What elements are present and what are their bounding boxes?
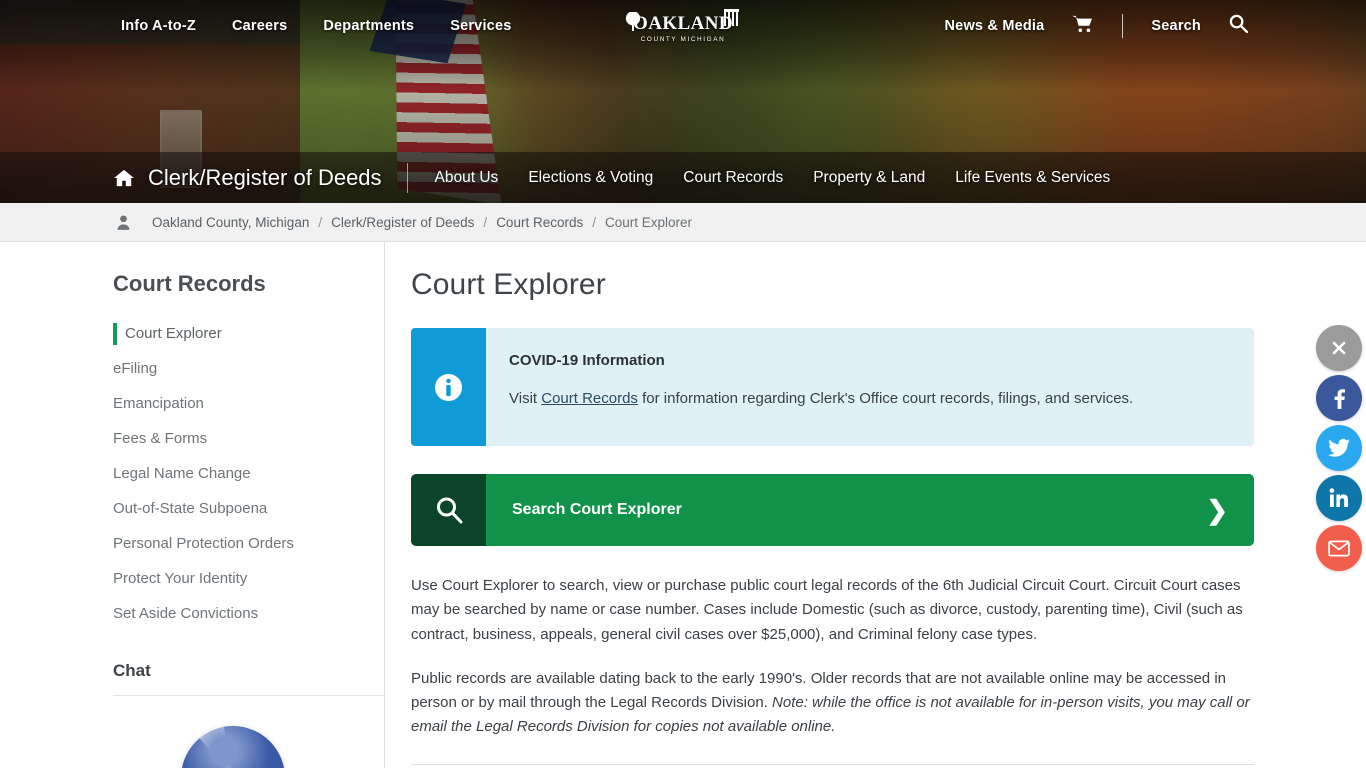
nav-property-and-land[interactable]: Property & Land: [813, 169, 925, 187]
logo-wordmark: OAKLAND: [633, 12, 733, 34]
sidebar-item-fees-and-forms[interactable]: Fees & Forms: [113, 422, 384, 457]
social-share-rail: [1316, 324, 1366, 572]
main-content: Court Explorer COVID-19 Information Visi…: [385, 242, 1366, 768]
breadcrumb-separator: /: [592, 214, 596, 230]
sidebar-item-legal-name-change[interactable]: Legal Name Change: [113, 457, 384, 492]
building-icon: [724, 9, 739, 26]
sidebar-item-out-of-state-subpoena[interactable]: Out-of-State Subpoena: [113, 492, 384, 527]
user-icon: [117, 214, 130, 230]
tree-icon: [625, 12, 641, 31]
department-nav-items: About Us Elections & Voting Court Record…: [435, 169, 1111, 187]
search-banner-label: Search Court Explorer: [512, 501, 682, 518]
shopping-cart-icon[interactable]: [1072, 15, 1094, 38]
nav-about-us[interactable]: About Us: [435, 169, 499, 187]
nav-info-a-to-z[interactable]: Info A-to-Z: [121, 18, 196, 34]
hero-banner: Info A-to-Z Careers Departments Services…: [0, 0, 1366, 203]
nav-services[interactable]: Services: [450, 18, 511, 34]
content-divider: [411, 763, 1254, 765]
nav-news-and-media[interactable]: News & Media: [945, 18, 1045, 34]
sidebar-nav-list: Court Explorer eFiling Emancipation Fees…: [113, 317, 384, 632]
page-title: Court Explorer: [411, 268, 606, 301]
alert-body: COVID-19 Information Visit Court Records…: [486, 328, 1155, 446]
chat-widget-avatar[interactable]: [181, 726, 285, 768]
search-banner-body: Search Court Explorer ❯: [486, 474, 1254, 546]
sidebar-link-personal-protection-orders[interactable]: Personal Protection Orders: [113, 527, 384, 562]
twitter-icon[interactable]: [1316, 425, 1362, 471]
court-records-link[interactable]: Court Records: [541, 390, 638, 407]
page-layout: Court Records Court Explorer eFiling Ema…: [0, 242, 1366, 768]
linkedin-icon[interactable]: [1316, 475, 1362, 521]
sidebar-link-emancipation[interactable]: Emancipation: [113, 387, 384, 422]
nav-careers[interactable]: Careers: [232, 18, 287, 34]
department-title[interactable]: Clerk/Register of Deeds: [148, 165, 382, 191]
sidebar-link-fees-and-forms[interactable]: Fees & Forms: [113, 422, 384, 457]
alert-text-after: for information regarding Clerk's Office…: [637, 390, 1134, 407]
breadcrumb-item-oakland-county[interactable]: Oakland County, Michigan: [152, 215, 309, 230]
search-label[interactable]: Search: [1151, 18, 1201, 34]
sidebar-heading: Court Records: [113, 271, 266, 296]
breadcrumb-item-clerk-register-of-deeds[interactable]: Clerk/Register of Deeds: [331, 215, 474, 230]
sidebar: Court Records Court Explorer eFiling Ema…: [0, 242, 385, 768]
top-nav-left-group: Info A-to-Z Careers Departments Services: [121, 18, 511, 34]
covid-alert-box: COVID-19 Information Visit Court Records…: [411, 328, 1254, 446]
alert-text-before: Visit: [509, 390, 542, 407]
sidebar-link-out-of-state-subpoena[interactable]: Out-of-State Subpoena: [113, 492, 384, 527]
sidebar-link-protect-your-identity[interactable]: Protect Your Identity: [113, 562, 384, 597]
info-circle-icon: [411, 328, 486, 446]
nav-elections-and-voting[interactable]: Elections & Voting: [528, 169, 653, 187]
top-nav-right-group: News & Media Search: [945, 14, 1249, 38]
nav-life-events-and-services[interactable]: Life Events & Services: [955, 169, 1110, 187]
breadcrumb-item-court-records[interactable]: Court Records: [496, 215, 583, 230]
alert-text: Visit Court Records for information rega…: [509, 388, 1133, 410]
close-icon[interactable]: [1316, 325, 1362, 371]
sidebar-item-set-aside-convictions[interactable]: Set Aside Convictions: [113, 597, 384, 632]
intro-paragraph: Use Court Explorer to search, view or pu…: [411, 577, 1243, 643]
sidebar-link-legal-name-change[interactable]: Legal Name Change: [113, 457, 384, 492]
breadcrumb-bar: Oakland County, Michigan / Clerk/Registe…: [0, 203, 1366, 242]
breadcrumb-separator: /: [318, 214, 323, 230]
records-availability-paragraph: Public records are available dating back…: [411, 667, 1254, 740]
sidebar-item-personal-protection-orders[interactable]: Personal Protection Orders: [113, 527, 384, 562]
email-icon[interactable]: [1316, 525, 1362, 571]
facebook-icon[interactable]: [1316, 375, 1362, 421]
breadcrumb: Oakland County, Michigan / Clerk/Registe…: [152, 215, 692, 230]
sidebar-item-court-explorer[interactable]: Court Explorer: [113, 317, 384, 352]
nav-divider: [1122, 14, 1124, 38]
search-icon[interactable]: [1229, 14, 1249, 38]
sidebar-item-efiling[interactable]: eFiling: [113, 352, 384, 387]
sidebar-link-court-explorer[interactable]: Court Explorer: [113, 317, 384, 352]
nav-departments[interactable]: Departments: [323, 18, 414, 34]
search-icon: [411, 474, 486, 546]
sidebar-chat-heading: Chat: [113, 661, 385, 696]
nav-court-records[interactable]: Court Records: [683, 169, 783, 187]
logo-tagline: COUNTY MICHIGAN: [640, 35, 726, 43]
sidebar-link-set-aside-convictions[interactable]: Set Aside Convictions: [113, 597, 384, 632]
sidebar-item-emancipation[interactable]: Emancipation: [113, 387, 384, 422]
department-nav: Clerk/Register of Deeds About Us Electio…: [0, 152, 1366, 203]
sidebar-item-protect-your-identity[interactable]: Protect Your Identity: [113, 562, 384, 597]
oakland-county-logo[interactable]: OAKLAND COUNTY MICHIGAN: [623, 8, 743, 48]
department-nav-divider: [406, 162, 408, 193]
sidebar-link-efiling[interactable]: eFiling: [113, 352, 384, 387]
home-icon[interactable]: [113, 169, 135, 187]
alert-title: COVID-19 Information: [509, 352, 665, 369]
breadcrumb-item-court-explorer: Court Explorer: [605, 214, 693, 230]
breadcrumb-separator: /: [483, 214, 488, 230]
search-court-explorer-banner[interactable]: Search Court Explorer ❯: [411, 474, 1254, 546]
chevron-right-icon: ❯: [1206, 495, 1228, 525]
